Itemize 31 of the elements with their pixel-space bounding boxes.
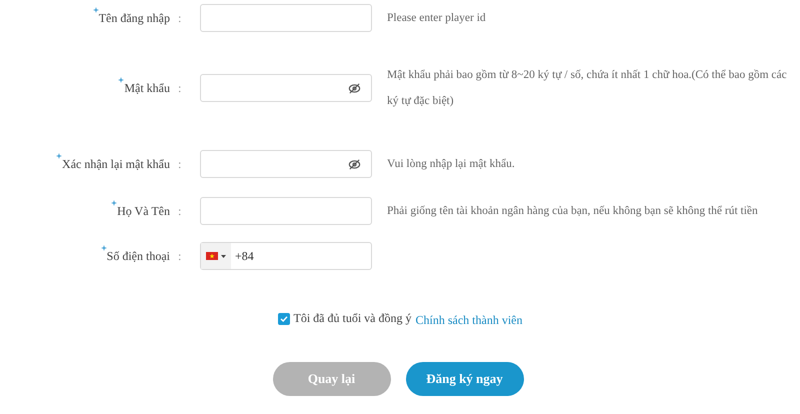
register-button[interactable]: Đăng ký ngay: [406, 362, 524, 396]
text-field[interactable]: [200, 197, 372, 225]
phone-value: +84: [234, 248, 254, 264]
field-hint: Vui lòng nhập lại mật khẩu.: [387, 157, 515, 172]
label-colon: :: [177, 10, 182, 26]
country-code-dropdown[interactable]: [201, 243, 231, 269]
agree-checkbox[interactable]: [278, 312, 290, 324]
password-field[interactable]: [200, 150, 372, 178]
label-colon: :: [177, 204, 182, 218]
field-label: Mật khẩu: [124, 80, 170, 96]
label-colon: :: [177, 80, 182, 96]
field-hint: Mật khẩu phải bao gồm từ 8~20 ký tự / số, chứa ít nhất 1 chữ hoa.(Có thể bao gồm các ký tự đặc biệt): [387, 68, 787, 109]
password-field[interactable]: [200, 74, 372, 102]
check-icon: [280, 314, 288, 322]
label-colon: :: [177, 156, 182, 172]
text-field[interactable]: [200, 4, 372, 32]
hidden-eye-icon[interactable]: [348, 82, 361, 94]
field-label: Họ Và Tên: [117, 204, 170, 218]
field-label: Tên đăng nhập: [98, 10, 170, 26]
caret-icon: [221, 254, 226, 258]
field-label: Số điện thoại: [106, 248, 170, 264]
agreement-text: Tôi đã đủ tuổi và đồng ý: [294, 311, 412, 326]
back-button[interactable]: Quay lại: [272, 362, 390, 396]
hidden-eye-icon[interactable]: [348, 158, 361, 170]
field-hint: Phải giống tên tài khoản ngân hàng của bạn, nếu không bạn sẽ không thể rút tiền: [387, 204, 758, 219]
field-hint: Please enter player id: [387, 11, 486, 26]
member-policy-link[interactable]: Chính sách thành viên: [416, 313, 522, 328]
flag-icon: [206, 252, 218, 260]
label-colon: :: [177, 248, 182, 264]
field-label: Xác nhận lại mật khẩu: [62, 156, 170, 172]
phone-field[interactable]: +84: [200, 242, 372, 270]
